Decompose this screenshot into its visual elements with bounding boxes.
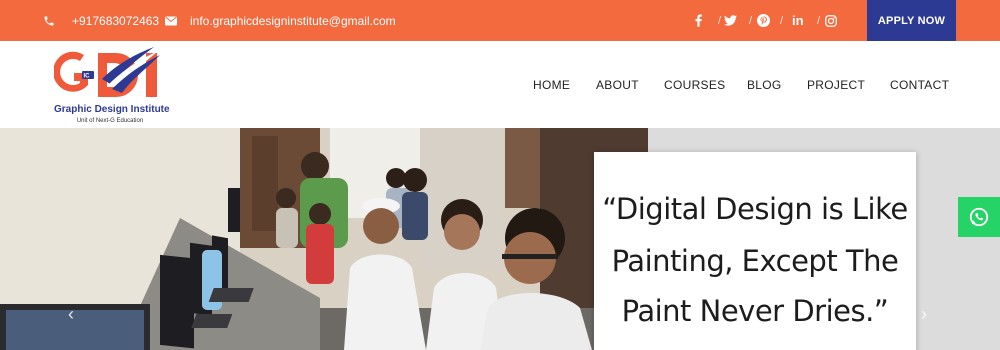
header: IC Graphic Design Institute Unit of Next… <box>0 41 1000 128</box>
quote-card: “Digital Design is Like Painting, Except… <box>594 152 916 350</box>
svg-text:IC: IC <box>84 74 91 80</box>
whatsapp-icon <box>969 207 989 227</box>
facebook-icon[interactable] <box>695 0 702 41</box>
linkedin-icon[interactable]: in <box>792 0 804 41</box>
nav-contact[interactable]: CONTACT <box>890 41 949 128</box>
social-separator: / <box>749 14 753 27</box>
top-bar: +917683072463 info.graphicdesigninstitut… <box>0 0 1000 41</box>
phone-number[interactable]: +917683072463 <box>72 0 159 41</box>
mail-icon <box>165 0 179 41</box>
social-separator: / <box>780 14 784 27</box>
social-separator: / <box>817 14 821 27</box>
instagram-icon[interactable] <box>825 0 837 41</box>
hero-slider: “Digital Design is Like Painting, Except… <box>0 128 1000 350</box>
apply-now-button[interactable]: APPLY NOW <box>867 0 956 41</box>
nav-project[interactable]: PROJECT <box>807 41 865 128</box>
email-address[interactable]: info.graphicdesigninstitute@gmail.com <box>190 0 396 41</box>
nav-courses[interactable]: COURSES <box>664 41 725 128</box>
nav-about[interactable]: ABOUT <box>596 41 639 128</box>
slider-prev-icon[interactable]: ‹ <box>68 304 74 325</box>
social-separator: / <box>718 14 722 27</box>
logo-mark: IC <box>54 47 160 97</box>
quote-line-2: Painting, Except The <box>611 244 899 278</box>
classroom-photo <box>0 128 648 350</box>
logo-title: Graphic Design Institute <box>54 104 170 115</box>
logo[interactable]: IC Graphic Design Institute Unit of Next… <box>54 45 170 127</box>
twitter-icon[interactable] <box>724 0 737 41</box>
whatsapp-button[interactable] <box>958 197 1000 237</box>
pinterest-icon[interactable] <box>757 0 770 41</box>
nav-blog[interactable]: BLOG <box>747 41 782 128</box>
slider-next-icon[interactable]: › <box>921 304 927 325</box>
quote-line-3: Paint Never Dries.” <box>621 294 889 328</box>
phone-icon <box>43 0 57 41</box>
logo-subtitle: Unit of Next-G Education <box>76 118 144 124</box>
nav-home[interactable]: HOME <box>533 41 570 128</box>
quote-line-1: “Digital Design is Like <box>602 192 908 226</box>
